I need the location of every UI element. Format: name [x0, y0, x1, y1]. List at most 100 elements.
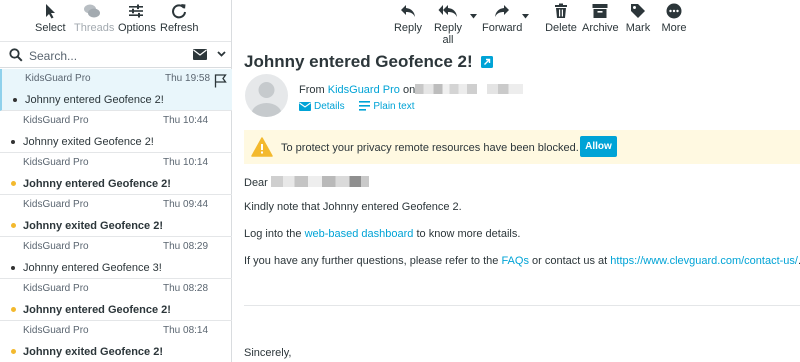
- message-item[interactable]: KidsGuard Pro Thu 08:14 Johnny exited Ge…: [0, 321, 232, 362]
- message-toolbar: Reply Reply all Forward Delete Archive M…: [233, 0, 800, 46]
- faqs-link[interactable]: FAQs: [501, 255, 529, 267]
- message-from: KidsGuard Pro: [23, 283, 89, 294]
- open-external-icon[interactable]: [481, 56, 494, 68]
- search-bar[interactable]: Search...: [0, 43, 232, 68]
- trash-icon: [555, 3, 567, 18]
- forward-label: Forward: [482, 22, 523, 34]
- greeting-line: Dear: [244, 176, 369, 189]
- message-item[interactable]: KidsGuard Pro Thu 08:29 Johnny entered G…: [0, 237, 232, 279]
- search-input[interactable]: Search...: [29, 49, 77, 63]
- from-line: From KidsGuard Pro on: [299, 84, 524, 96]
- chevron-down-icon[interactable]: [217, 51, 226, 57]
- reply-icon: [401, 5, 415, 17]
- message-subject-heading: Johnny entered Geofence 2!: [244, 52, 494, 72]
- redacted-time: [487, 84, 524, 94]
- body-paragraph-1: Kindly note that Johnny entered Geofence…: [244, 201, 462, 213]
- redacted-name: [270, 176, 369, 187]
- message-subject: Johnny exited Geofence 2!: [23, 220, 163, 232]
- message-subject: Johnny entered Geofence 2!: [25, 94, 164, 106]
- privacy-warning-text: To protect your privacy remote resources…: [281, 142, 579, 154]
- person-icon: [251, 82, 282, 117]
- more-button[interactable]: More: [660, 3, 688, 34]
- sliders-icon: [129, 4, 143, 18]
- reply-all-label: Reply all: [433, 22, 463, 46]
- message-from: KidsGuard Pro: [23, 325, 89, 336]
- envelope-icon: [299, 102, 311, 111]
- archive-button[interactable]: Archive: [582, 3, 619, 34]
- body-text: Log into the: [244, 228, 305, 240]
- select-button[interactable]: Select: [35, 3, 66, 34]
- select-label: Select: [35, 22, 66, 34]
- threads-label: Threads: [74, 22, 115, 34]
- more-label: More: [661, 22, 687, 34]
- privacy-warning-bar: To protect your privacy remote resources…: [244, 130, 800, 164]
- details-label: Details: [314, 101, 345, 112]
- details-link[interactable]: Details: [299, 101, 345, 112]
- closing-line: Sincerely,: [244, 347, 292, 359]
- plain-text-link[interactable]: Plain text: [359, 101, 415, 112]
- message-item[interactable]: KidsGuard Pro Thu 09:44 Johnny exited Ge…: [0, 195, 232, 237]
- unread-dot: [11, 307, 16, 312]
- flag-icon[interactable]: [214, 74, 227, 88]
- options-button[interactable]: Options: [118, 3, 156, 34]
- reply-all-button[interactable]: Reply all: [428, 3, 468, 46]
- dashboard-link[interactable]: web-based dashboard: [305, 228, 414, 240]
- forward-icon: [495, 5, 509, 17]
- cursor-icon: [46, 4, 55, 19]
- options-label: Options: [118, 22, 156, 34]
- forward-button[interactable]: Forward: [482, 3, 522, 34]
- plain-text-label: Plain text: [373, 101, 415, 112]
- message-date: Thu 10:14: [163, 157, 209, 168]
- message-item[interactable]: KidsGuard Pro Thu 19:58 Johnny entered G…: [0, 69, 232, 111]
- message-from: KidsGuard Pro: [23, 115, 89, 126]
- message-subject: Johnny exited Geofence 2!: [23, 346, 163, 358]
- message-item[interactable]: KidsGuard Pro Thu 10:44 Johnny exited Ge…: [0, 111, 232, 153]
- refresh-button[interactable]: Refresh: [160, 3, 199, 34]
- mark-label: Mark: [625, 22, 651, 34]
- sender-avatar: [245, 74, 288, 117]
- forward-dropdown-icon[interactable]: [522, 14, 529, 19]
- sender-link[interactable]: KidsGuard Pro: [328, 84, 400, 96]
- archive-label: Archive: [582, 22, 619, 34]
- body-text: to know more details.: [413, 228, 521, 240]
- delete-button[interactable]: Delete: [545, 3, 577, 34]
- threads-icon: [84, 4, 100, 18]
- message-item[interactable]: KidsGuard Pro Thu 10:14 Johnny entered G…: [0, 153, 232, 195]
- from-prefix: From: [299, 84, 325, 96]
- envelope-filter-icon[interactable]: [193, 49, 207, 60]
- read-dot: [13, 98, 17, 102]
- body-paragraph-2: Log into the web-based dashboard to know…: [244, 228, 520, 240]
- message-subject: Johnny exited Geofence 2!: [23, 136, 154, 148]
- unread-dot: [11, 223, 16, 228]
- greeting-text: Dear: [244, 177, 268, 189]
- message-item[interactable]: KidsGuard Pro Thu 08:28 Johnny entered G…: [0, 279, 232, 321]
- delete-label: Delete: [545, 22, 577, 34]
- reply-button[interactable]: Reply: [393, 3, 423, 34]
- threads-button[interactable]: Threads: [74, 3, 114, 34]
- message-date: Thu 09:44: [163, 199, 209, 210]
- reply-label: Reply: [393, 22, 423, 34]
- body-paragraph-3: If you have any further questions, pleas…: [244, 255, 800, 267]
- mark-button[interactable]: Mark: [624, 3, 652, 34]
- unread-dot: [11, 181, 16, 186]
- message-date: Thu 19:58: [165, 73, 211, 84]
- message-from: KidsGuard Pro: [23, 241, 89, 252]
- warning-icon: [251, 137, 273, 157]
- message-list-panel: Select Threads Options Refresh Search...…: [0, 0, 232, 362]
- list-toolbar: Select Threads Options Refresh: [0, 0, 231, 42]
- body-text: or contact us at: [528, 255, 611, 267]
- more-icon: [666, 3, 682, 19]
- body-text: If you have any further questions, pleas…: [244, 255, 502, 267]
- read-dot: [11, 266, 15, 270]
- message-view-panel: Reply Reply all Forward Delete Archive M…: [233, 0, 800, 362]
- reply-all-dropdown-icon[interactable]: [470, 14, 477, 19]
- message-list: KidsGuard Pro Thu 19:58 Johnny entered G…: [0, 69, 232, 362]
- contact-us-link[interactable]: https://www.clevguard.com/contact-us/: [610, 255, 798, 267]
- read-dot: [11, 140, 15, 144]
- message-from: KidsGuard Pro: [23, 157, 89, 168]
- message-subject: Johnny entered Geofence 2!: [23, 304, 171, 316]
- allow-remote-resources-button[interactable]: Allow: [580, 136, 617, 157]
- message-date: Thu 08:14: [163, 325, 209, 336]
- message-from: KidsGuard Pro: [25, 73, 91, 84]
- message-date: Thu 10:44: [163, 115, 209, 126]
